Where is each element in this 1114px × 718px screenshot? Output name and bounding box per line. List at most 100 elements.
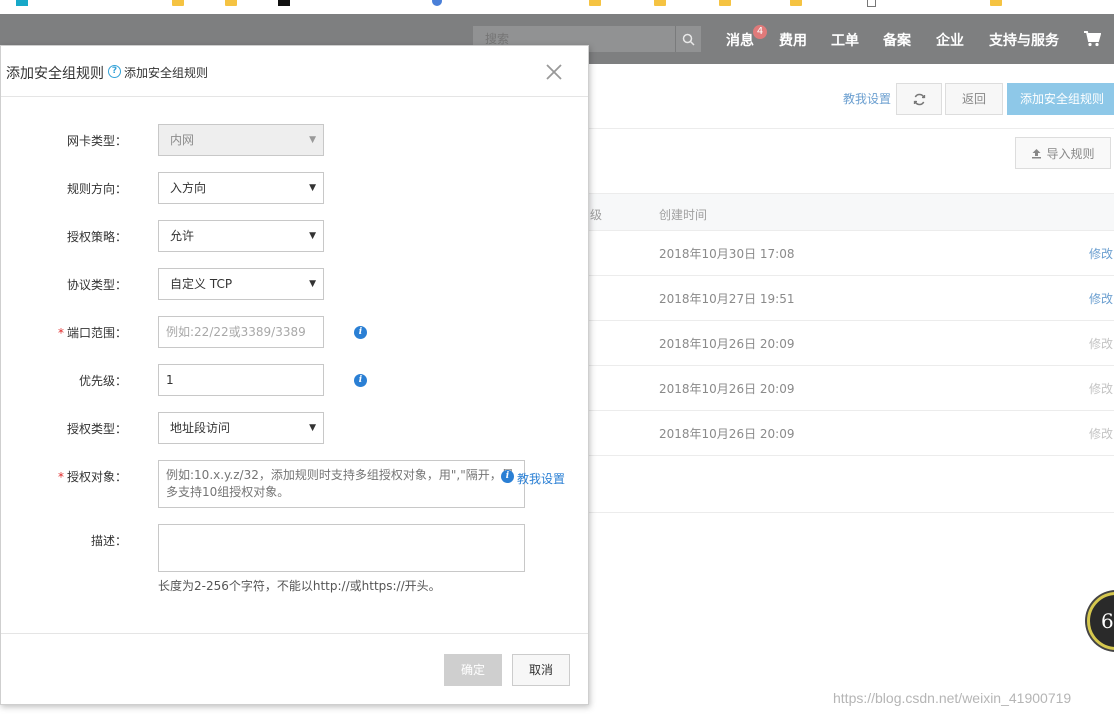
refresh-icon xyxy=(913,93,925,105)
protocol-label: 协议类型： xyxy=(66,278,127,292)
close-icon[interactable] xyxy=(542,60,566,84)
auth-type-label: 授权类型： xyxy=(66,422,127,436)
globe-icon xyxy=(432,0,442,6)
bookmark-11[interactable] xyxy=(990,0,1006,8)
protocol-value: 自定义 TCP xyxy=(170,277,233,291)
black-icon xyxy=(278,0,290,6)
table-row: 2018年10月26日 20:09 修改 xyxy=(589,411,1114,456)
search-icon xyxy=(682,33,695,46)
policy-label: 授权策略： xyxy=(66,230,127,244)
description-textarea[interactable] xyxy=(158,524,525,572)
bookmark-1[interactable] xyxy=(16,0,32,8)
caret-down-icon: ▼ xyxy=(309,279,316,289)
floating-widget[interactable]: 6 xyxy=(1087,592,1114,650)
bookmarks-bar xyxy=(0,0,1114,14)
created-time: 2018年10月26日 20:09 xyxy=(659,382,795,396)
table-row: 2018年10月27日 19:51 修改 xyxy=(589,276,1114,321)
port-range-label-text: 端口范围： xyxy=(66,326,127,340)
auth-object-label-text: 授权对象： xyxy=(66,470,127,484)
confirm-button[interactable]: 确定 xyxy=(444,654,502,686)
nav-messages[interactable]: 消息 xyxy=(726,30,754,50)
document-icon xyxy=(867,0,876,7)
dialog-help-link[interactable]: 添加安全组规则 xyxy=(124,64,208,81)
import-rules-button[interactable]: 导入规则 xyxy=(1015,137,1111,169)
column-header-created: 创建时间 xyxy=(659,208,708,222)
add-rule-dialog: 添加安全组规则 ? 添加安全组规则 网卡类型： 内网 ▼ 规则方向： 入方向 ▼… xyxy=(0,45,589,705)
folder-icon xyxy=(719,0,731,6)
edit-link-disabled: 修改 xyxy=(1089,337,1114,351)
dialog-title: 添加安全组规则 xyxy=(6,66,104,82)
bookmark-3[interactable] xyxy=(225,0,241,8)
cart-icon[interactable] xyxy=(1083,31,1101,47)
table-bottom-divider xyxy=(589,512,1114,513)
message-badge: 4 xyxy=(753,25,767,39)
nav-billing[interactable]: 费用 xyxy=(779,30,807,50)
divider xyxy=(589,128,1114,129)
floating-widget-number: 6 xyxy=(1101,609,1114,633)
edit-link-disabled: 修改 xyxy=(1089,382,1114,396)
required-mark: * xyxy=(57,326,64,340)
nav-support[interactable]: 支持与服务 xyxy=(989,30,1059,50)
nav-enterprise[interactable]: 企业 xyxy=(936,30,964,50)
direction-value: 入方向 xyxy=(170,181,207,195)
auth-object-help-link[interactable]: 教我设置 xyxy=(517,470,565,487)
edit-link[interactable]: 修改 xyxy=(1089,290,1113,307)
priority-input[interactable] xyxy=(158,364,324,396)
folder-icon xyxy=(172,0,184,6)
dialog-footer-divider xyxy=(1,633,588,634)
caret-down-icon: ▼ xyxy=(309,423,316,433)
nav-tickets[interactable]: 工单 xyxy=(831,30,859,50)
nav-filing[interactable]: 备案 xyxy=(883,30,911,50)
bookmark-7[interactable] xyxy=(654,0,670,8)
help-question-icon[interactable]: ? xyxy=(108,65,121,78)
auth-object-label: * 授权对象： xyxy=(1,468,127,485)
auth-type-select[interactable]: 地址段访问 ▼ xyxy=(158,412,324,444)
folder-icon xyxy=(225,0,237,6)
help-link[interactable]: 教我设置 xyxy=(843,90,891,107)
folder-icon xyxy=(990,0,1002,6)
table-row: 2018年10月26日 20:09 修改 xyxy=(589,366,1114,411)
caret-down-icon: ▼ xyxy=(309,135,316,145)
upload-icon xyxy=(1032,148,1042,158)
bookmark-9[interactable] xyxy=(790,0,806,8)
table-row: 2018年10月30日 17:08 修改 xyxy=(589,231,1114,276)
created-time: 2018年10月26日 20:09 xyxy=(659,337,795,351)
description-hint: 长度为2-256个字符，不能以http://或https://开头。 xyxy=(158,579,441,593)
edit-link-disabled: 修改 xyxy=(1089,427,1114,441)
search-button[interactable] xyxy=(675,26,701,52)
back-button[interactable]: 返回 xyxy=(945,83,1003,115)
bookmark-2[interactable] xyxy=(172,0,188,8)
column-header-priority: 级 xyxy=(590,208,603,222)
info-icon[interactable]: i xyxy=(354,326,367,339)
policy-select[interactable]: 允许 ▼ xyxy=(158,220,324,252)
info-icon[interactable]: i xyxy=(501,470,514,483)
created-time: 2018年10月30日 17:08 xyxy=(659,247,795,261)
policy-value: 允许 xyxy=(170,229,195,243)
bookmark-8[interactable] xyxy=(719,0,735,8)
caret-down-icon: ▼ xyxy=(309,183,316,193)
caret-down-icon: ▼ xyxy=(309,231,316,241)
bookmark-10[interactable] xyxy=(867,0,880,8)
priority-label: 优先级： xyxy=(78,374,127,388)
bookmark-6[interactable] xyxy=(589,0,605,8)
port-range-input[interactable] xyxy=(158,316,324,348)
watermark: https://blog.csdn.net/weixin_41900719 xyxy=(833,690,1072,706)
nic-type-label: 网卡类型： xyxy=(66,134,127,148)
bookmark-5[interactable] xyxy=(432,0,446,8)
auth-object-textarea[interactable] xyxy=(158,460,525,508)
auth-type-value: 地址段访问 xyxy=(170,421,231,435)
app-icon xyxy=(16,0,28,6)
protocol-select[interactable]: 自定义 TCP ▼ xyxy=(158,268,324,300)
cancel-button[interactable]: 取消 xyxy=(512,654,570,686)
bookmark-4[interactable] xyxy=(278,0,294,8)
nic-type-select: 内网 ▼ xyxy=(158,124,324,156)
description-label: 描述： xyxy=(90,534,127,548)
direction-select[interactable]: 入方向 ▼ xyxy=(158,172,324,204)
info-icon[interactable]: i xyxy=(354,374,367,387)
folder-icon xyxy=(654,0,666,6)
folder-icon xyxy=(589,0,601,6)
add-rule-button[interactable]: 添加安全组规则 xyxy=(1007,83,1114,115)
table-header: 级 创建时间 xyxy=(589,193,1114,231)
refresh-button[interactable] xyxy=(896,83,942,115)
edit-link[interactable]: 修改 xyxy=(1089,245,1113,262)
